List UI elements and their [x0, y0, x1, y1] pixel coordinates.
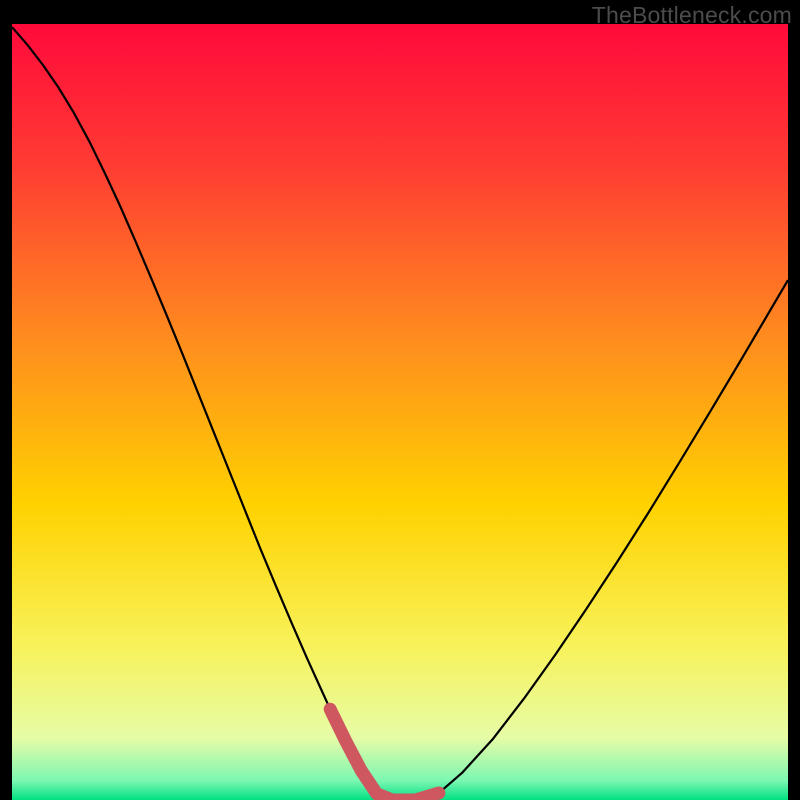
gradient-background	[12, 24, 788, 800]
watermark-text: TheBottleneck.com	[592, 2, 792, 29]
chart-frame	[12, 24, 788, 800]
bottleneck-chart	[12, 24, 788, 800]
